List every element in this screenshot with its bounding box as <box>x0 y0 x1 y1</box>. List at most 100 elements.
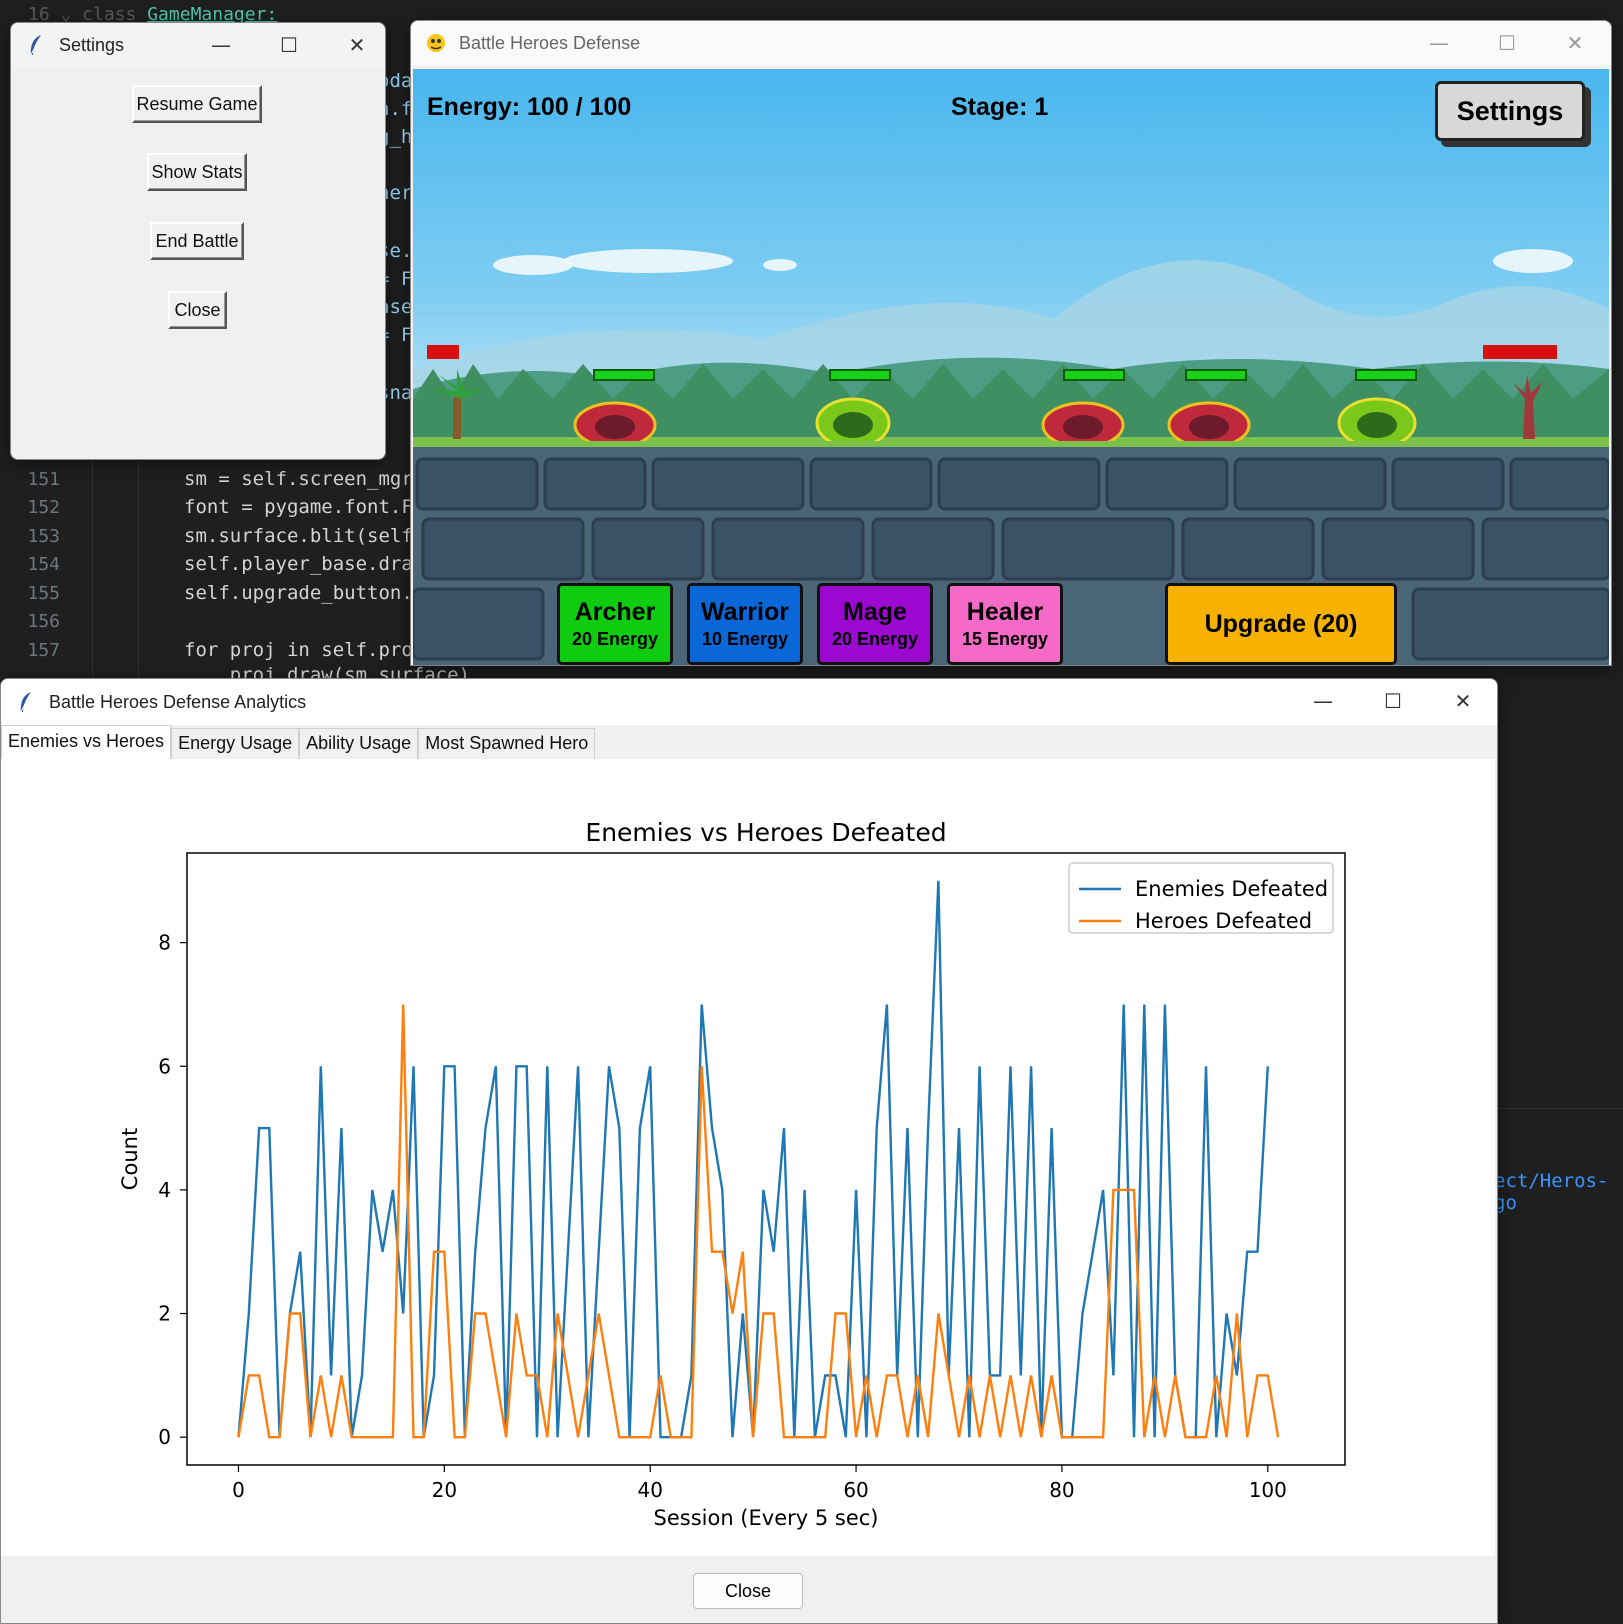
y-axis-label: Count <box>118 1128 142 1190</box>
feather-icon <box>15 691 37 713</box>
panel-divider <box>1498 1108 1623 1109</box>
enemy-base-health-bar <box>1483 345 1557 359</box>
close-button[interactable]: Close <box>168 291 227 329</box>
y-tick-label: 4 <box>158 1178 171 1202</box>
unit-cost: 10 Energy <box>701 629 789 649</box>
enemy-health-bar <box>1355 369 1417 381</box>
maximize-icon[interactable]: ☐ <box>1359 679 1427 723</box>
tab-most-spawned-hero[interactable]: Most Spawned Hero <box>418 728 596 759</box>
line-number: 157 <box>27 640 60 661</box>
upgrade-label: Upgrade (20) <box>1204 609 1358 638</box>
dead-tree-enemy-base-icon <box>1513 375 1543 439</box>
analytics-titlebar[interactable]: Battle Heroes Defense Analytics — ☐ ✕ <box>1 679 1497 725</box>
code-line: self.player_base.dra <box>184 553 413 575</box>
x-tick-label: 20 <box>432 1478 457 1502</box>
analytics-window: Battle Heroes Defense Analytics — ☐ ✕ En… <box>0 678 1498 1624</box>
red-slime-enemy-icon <box>573 401 657 441</box>
code-line: for proj in self.pro <box>184 639 413 661</box>
indent-guide <box>92 460 93 680</box>
analytics-close-button[interactable]: Close <box>693 1573 803 1609</box>
plot-area: Enemies vs Heroes Defeated 0 20 40 60 80 100 0 2… <box>1 759 1495 1556</box>
unit-cost: 20 Energy <box>831 629 919 649</box>
enemy-health-bar <box>1185 369 1247 381</box>
chart-title: Enemies vs Heroes Defeated <box>585 818 946 847</box>
cloud <box>563 249 733 273</box>
line-number: 151 <box>27 469 60 490</box>
minimize-icon[interactable]: — <box>187 23 255 67</box>
axes-frame <box>186 852 1346 1466</box>
code-line: sm.surface.blit(self <box>184 525 413 547</box>
end-battle-button[interactable]: End Battle <box>150 222 244 260</box>
resume-game-button[interactable]: Resume Game <box>132 85 262 123</box>
minimize-icon[interactable]: — <box>1289 679 1357 723</box>
maximize-icon[interactable]: ☐ <box>255 23 323 67</box>
unit-cost: 15 Energy <box>961 629 1049 649</box>
maximize-icon[interactable]: ☐ <box>1473 21 1541 65</box>
tab-energy-usage[interactable]: Energy Usage <box>171 728 300 759</box>
game-window-title: Battle Heroes Defense <box>459 32 641 53</box>
x-tick-label: 80 <box>1049 1478 1074 1502</box>
healer-spawn-button[interactable]: Healer 15 Energy <box>947 583 1063 665</box>
cloud <box>493 255 573 275</box>
green-slime-enemy-icon <box>815 397 891 441</box>
line-chart: Enemies vs Heroes Defeated 0 20 40 60 80 100 0 2… <box>118 818 1346 1530</box>
y-tick-label: 0 <box>158 1425 171 1449</box>
game-canvas[interactable]: Energy: 100 / 100 Stage: 1 Settings Arch… <box>413 69 1609 665</box>
enemy-health-bar <box>1063 369 1125 381</box>
enemy-health-bar <box>593 369 655 381</box>
game-background-scenery <box>413 260 1609 665</box>
game-settings-button[interactable]: Settings <box>1435 81 1585 141</box>
legend-entry: Heroes Defeated <box>1135 909 1312 933</box>
tab-ability-usage[interactable]: Ability Usage <box>299 728 419 759</box>
line-number: 155 <box>27 583 60 604</box>
x-axis-label: Session (Every 5 sec) <box>654 1506 879 1530</box>
x-tick-label: 40 <box>637 1478 662 1502</box>
cloud <box>763 259 797 271</box>
cloud <box>1493 249 1573 273</box>
x-tick-label: 0 <box>232 1478 245 1502</box>
y-tick-label: 2 <box>158 1302 171 1326</box>
enemies-defeated-line <box>237 880 1269 1439</box>
stage-label: Stage: 1 <box>951 93 1049 121</box>
line-number: 154 <box>27 554 60 575</box>
feather-icon <box>25 34 47 56</box>
red-slime-enemy-icon <box>1167 401 1251 441</box>
archer-spawn-button[interactable]: Archer 20 Energy <box>557 583 673 665</box>
settings-window: Settings — ☐ ✕ Resume Game Show Stats En… <box>10 22 386 460</box>
terminal-path-text: ect/Heros-go <box>1494 1170 1609 1214</box>
game-window: Battle Heroes Defense — ☐ ✕ Energy: 100 … <box>410 20 1612 666</box>
enemy-health-bar <box>829 369 891 381</box>
unit-cost: 20 Energy <box>571 629 659 649</box>
red-slime-enemy-icon <box>1041 401 1125 441</box>
legend-entry: Enemies Defeated <box>1135 877 1328 901</box>
analytics-window-title: Battle Heroes Defense Analytics <box>49 691 307 712</box>
upgrade-button[interactable]: Upgrade (20) <box>1165 583 1397 665</box>
palm-tree-base-icon <box>431 369 485 439</box>
mage-spawn-button[interactable]: Mage 20 Energy <box>817 583 933 665</box>
settings-window-title: Settings <box>59 34 125 55</box>
player-base-health-bar <box>427 345 459 359</box>
x-tick-label: 100 <box>1249 1478 1287 1502</box>
unit-name: Archer <box>574 598 656 626</box>
y-tick-label: 6 <box>158 1054 171 1078</box>
game-titlebar[interactable]: Battle Heroes Defense — ☐ ✕ <box>411 21 1611 65</box>
line-number: 152 <box>27 497 60 518</box>
unit-name: Mage <box>843 598 907 626</box>
green-slime-enemy-icon <box>1337 397 1417 441</box>
x-tick-label: 60 <box>843 1478 868 1502</box>
close-icon[interactable]: ✕ <box>1541 21 1609 65</box>
show-stats-button[interactable]: Show Stats <box>147 153 247 191</box>
code-line: font = pygame.font.F <box>184 496 413 518</box>
y-tick-label: 8 <box>158 931 171 955</box>
line-number: 156 <box>27 611 60 632</box>
code-line: sm = self.screen_mgr <box>184 468 413 490</box>
tab-enemies-vs-heroes[interactable]: Enemies vs Heroes <box>1 725 172 759</box>
close-icon[interactable]: ✕ <box>1429 679 1497 723</box>
unit-name: Healer <box>966 598 1044 626</box>
close-icon[interactable]: ✕ <box>323 23 385 67</box>
minimize-icon[interactable]: — <box>1405 21 1473 65</box>
warrior-spawn-button[interactable]: Warrior 10 Energy <box>687 583 803 665</box>
energy-label: Energy: 100 / 100 <box>427 93 632 121</box>
settings-titlebar[interactable]: Settings — ☐ ✕ <box>11 23 385 67</box>
unit-name: Warrior <box>701 598 789 626</box>
